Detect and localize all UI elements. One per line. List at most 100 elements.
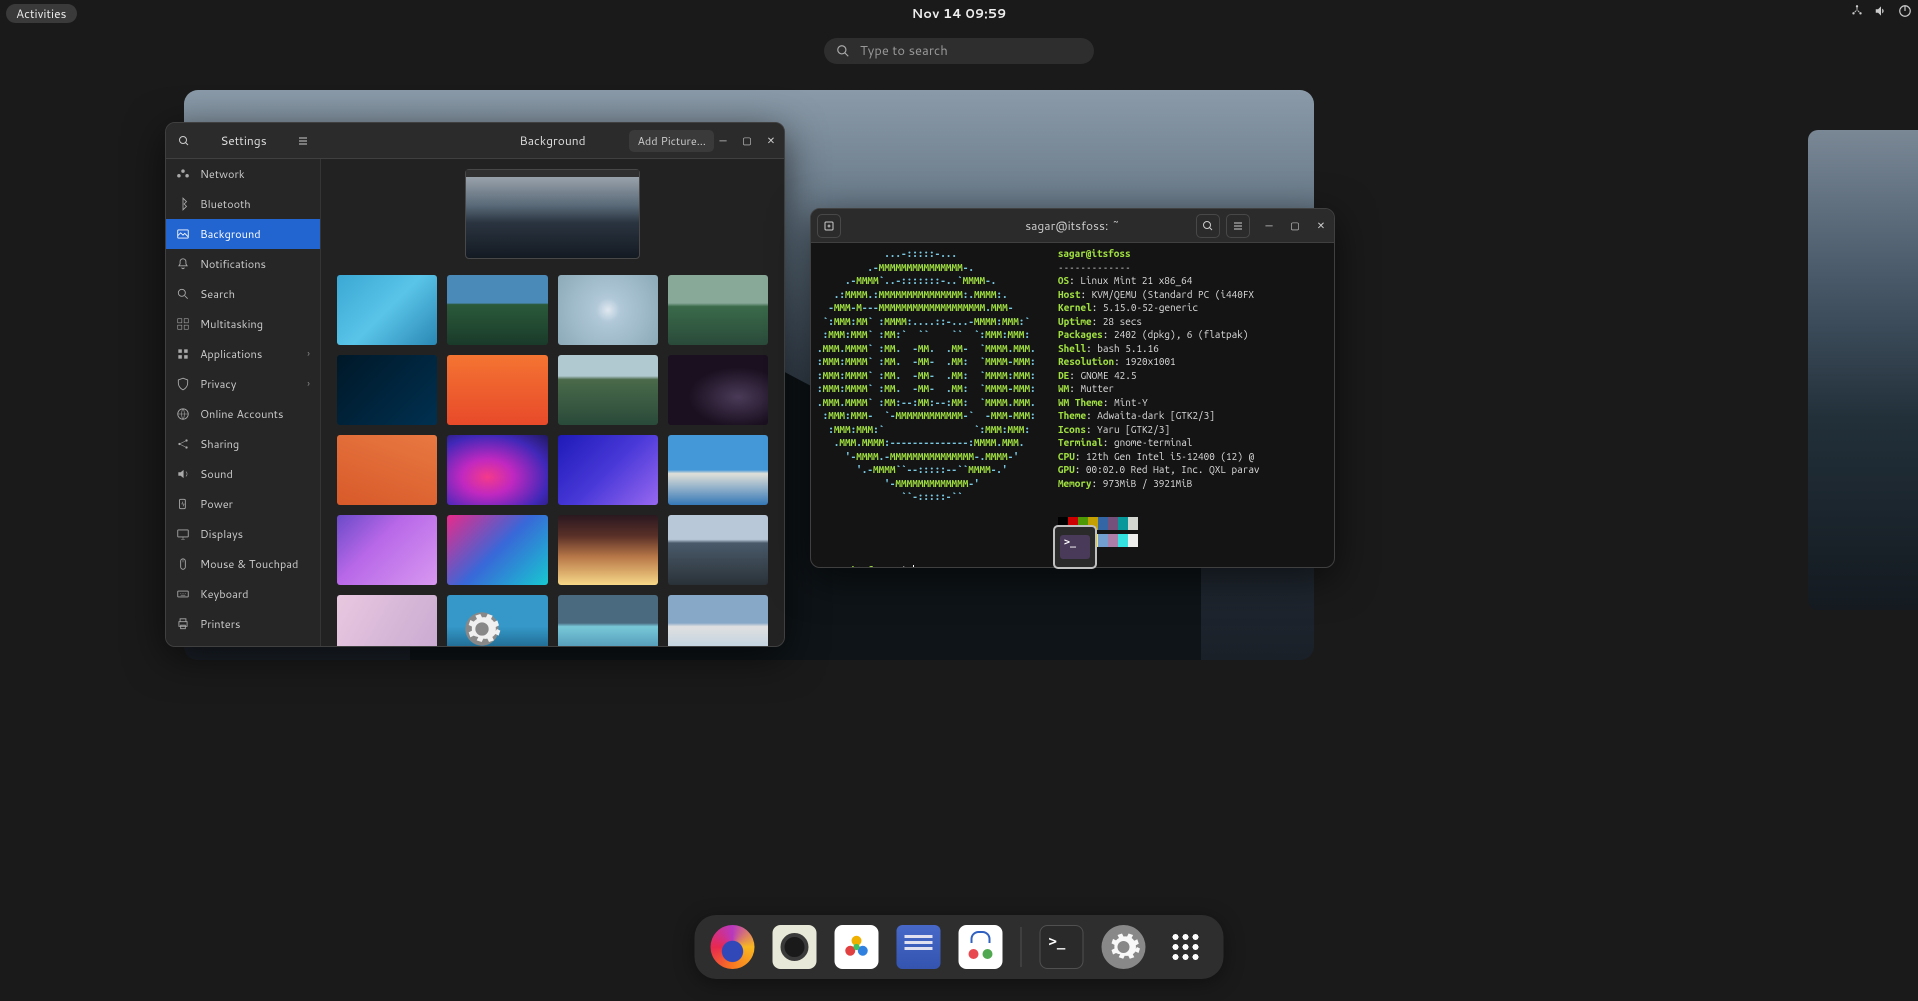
activities-button[interactable]: Activities bbox=[6, 4, 77, 23]
sidebar-item-network[interactable]: Network bbox=[166, 159, 320, 189]
terminal-window[interactable]: sagar@itsfoss: ~ ─ ▢ ✕ ...-:::::-... sag… bbox=[810, 208, 1335, 568]
window-maximize-button[interactable]: ▢ bbox=[740, 134, 754, 148]
sharing-icon bbox=[176, 437, 190, 451]
window-close-button[interactable]: ✕ bbox=[1314, 219, 1328, 233]
dock-settings[interactable] bbox=[1102, 925, 1146, 969]
window-minimize-button[interactable]: ─ bbox=[1262, 219, 1276, 233]
settings-menu-button[interactable] bbox=[291, 129, 315, 153]
sidebar-item-label: Printers bbox=[200, 616, 240, 632]
multitasking-icon bbox=[176, 317, 190, 331]
settings-page-title: Background bbox=[519, 132, 585, 149]
sidebar-item-label: Bluetooth bbox=[200, 196, 251, 212]
network-icon bbox=[1850, 4, 1864, 18]
sidebar-item-label: Sound bbox=[200, 466, 233, 482]
sidebar-item-label: Multitasking bbox=[200, 316, 263, 332]
wallpaper-thumbnail[interactable] bbox=[337, 435, 437, 505]
sidebar-item-printers[interactable]: Printers bbox=[166, 609, 320, 639]
wallpaper-thumbnail[interactable] bbox=[447, 515, 547, 585]
power-icon bbox=[1898, 4, 1912, 18]
wallpaper-thumbnail[interactable] bbox=[558, 595, 658, 646]
wallpaper-thumbnail[interactable] bbox=[668, 275, 768, 345]
terminal-new-tab-button[interactable] bbox=[817, 214, 841, 238]
gear-icon bbox=[1106, 929, 1142, 965]
wallpaper-thumbnail[interactable] bbox=[668, 355, 768, 425]
search-icon bbox=[176, 287, 190, 301]
terminal-headerbar: sagar@itsfoss: ~ ─ ▢ ✕ bbox=[811, 209, 1334, 243]
sidebar-item-mouse[interactable]: Mouse & Touchpad bbox=[166, 549, 320, 579]
wallpaper-thumbnail[interactable] bbox=[668, 435, 768, 505]
wallpaper-thumbnail[interactable] bbox=[558, 515, 658, 585]
sidebar-item-sound[interactable]: Sound bbox=[166, 459, 320, 489]
sidebar-item-bluetooth[interactable]: Bluetooth bbox=[166, 189, 320, 219]
terminal-menu-button[interactable] bbox=[1226, 214, 1250, 238]
dock-photos[interactable] bbox=[835, 925, 879, 969]
background-icon bbox=[176, 227, 190, 241]
settings-search-button[interactable] bbox=[172, 129, 196, 153]
sidebar-item-search[interactable]: Search bbox=[166, 279, 320, 309]
dock-terminal[interactable] bbox=[1040, 925, 1084, 969]
sidebar-item-label: Applications bbox=[200, 346, 262, 362]
sidebar-item-keyboard[interactable]: Keyboard bbox=[166, 579, 320, 609]
search-icon bbox=[836, 44, 850, 58]
sidebar-item-displays[interactable]: Displays bbox=[166, 519, 320, 549]
sidebar-item-power[interactable]: Power bbox=[166, 489, 320, 519]
sidebar-item-notifications[interactable]: Notifications bbox=[166, 249, 320, 279]
wallpaper-thumbnail[interactable] bbox=[337, 515, 437, 585]
sidebar-item-multitasking[interactable]: Multitasking bbox=[166, 309, 320, 339]
network-icon bbox=[176, 167, 190, 181]
sidebar-item-applications[interactable]: Applications › bbox=[166, 339, 320, 369]
sidebar-item-label: Displays bbox=[200, 526, 243, 542]
wallpaper-thumbnail[interactable] bbox=[337, 275, 437, 345]
settings-window-overview-icon bbox=[458, 605, 506, 653]
window-minimize-button[interactable]: ─ bbox=[716, 134, 730, 148]
workspace-next[interactable] bbox=[1808, 130, 1918, 610]
sidebar-item-label: Notifications bbox=[200, 256, 266, 272]
add-picture-button[interactable]: Add Picture… bbox=[629, 130, 714, 152]
dock-firefox[interactable] bbox=[711, 925, 755, 969]
wallpaper-thumbnail[interactable] bbox=[668, 515, 768, 585]
wallpaper-thumbnail[interactable] bbox=[447, 435, 547, 505]
online-accounts-icon bbox=[176, 407, 190, 421]
dock-files[interactable] bbox=[897, 925, 941, 969]
gear-icon bbox=[462, 609, 502, 649]
search-icon bbox=[178, 135, 190, 147]
dock-rhythmbox[interactable] bbox=[773, 925, 817, 969]
wallpaper-grid bbox=[337, 275, 768, 646]
terminal-output[interactable]: ...-:::::-... sagar@itsfoss .-MMMMMMMMMM… bbox=[811, 243, 1334, 567]
window-close-button[interactable]: ✕ bbox=[764, 134, 778, 148]
activities-search[interactable]: Type to search bbox=[824, 38, 1094, 64]
settings-window[interactable]: Settings Background Add Picture… ─ ▢ ✕ N… bbox=[165, 122, 785, 647]
wallpaper-thumbnail[interactable] bbox=[337, 595, 437, 646]
applications-icon bbox=[176, 347, 190, 361]
dock-software[interactable] bbox=[959, 925, 1003, 969]
wallpaper-thumbnail[interactable] bbox=[337, 355, 437, 425]
sidebar-item-removable[interactable]: Removable Media bbox=[166, 639, 320, 646]
wallpaper-thumbnail[interactable] bbox=[447, 275, 547, 345]
privacy-icon bbox=[176, 377, 190, 391]
sidebar-item-privacy[interactable]: Privacy › bbox=[166, 369, 320, 399]
chevron-right-icon: › bbox=[307, 347, 310, 361]
hamburger-icon bbox=[1232, 220, 1244, 232]
hamburger-icon bbox=[297, 135, 309, 147]
status-area[interactable] bbox=[1850, 4, 1912, 18]
wallpaper-thumbnail[interactable] bbox=[558, 355, 658, 425]
background-panel bbox=[321, 159, 784, 646]
sidebar-item-label: Background bbox=[200, 226, 261, 242]
wallpaper-thumbnail[interactable] bbox=[558, 275, 658, 345]
wallpaper-thumbnail[interactable] bbox=[447, 355, 547, 425]
sidebar-item-label: Network bbox=[200, 166, 245, 182]
panel-clock[interactable]: Nov 14 09:59 bbox=[912, 5, 1007, 23]
wallpaper-thumbnail[interactable] bbox=[668, 595, 768, 646]
sidebar-item-online-accounts[interactable]: Online Accounts bbox=[166, 399, 320, 429]
sidebar-item-label: Keyboard bbox=[200, 586, 249, 602]
dock-apps[interactable] bbox=[1164, 925, 1208, 969]
window-maximize-button[interactable]: ▢ bbox=[1288, 219, 1302, 233]
sidebar-item-sharing[interactable]: Sharing bbox=[166, 429, 320, 459]
current-wallpaper-preview bbox=[465, 169, 640, 259]
mouse-icon bbox=[176, 557, 190, 571]
terminal-search-button[interactable] bbox=[1196, 214, 1220, 238]
sidebar-item-background[interactable]: Background bbox=[166, 219, 320, 249]
sidebar-item-label: Power bbox=[200, 496, 233, 512]
wallpaper-thumbnail[interactable] bbox=[558, 435, 658, 505]
settings-title: Settings bbox=[204, 132, 283, 149]
